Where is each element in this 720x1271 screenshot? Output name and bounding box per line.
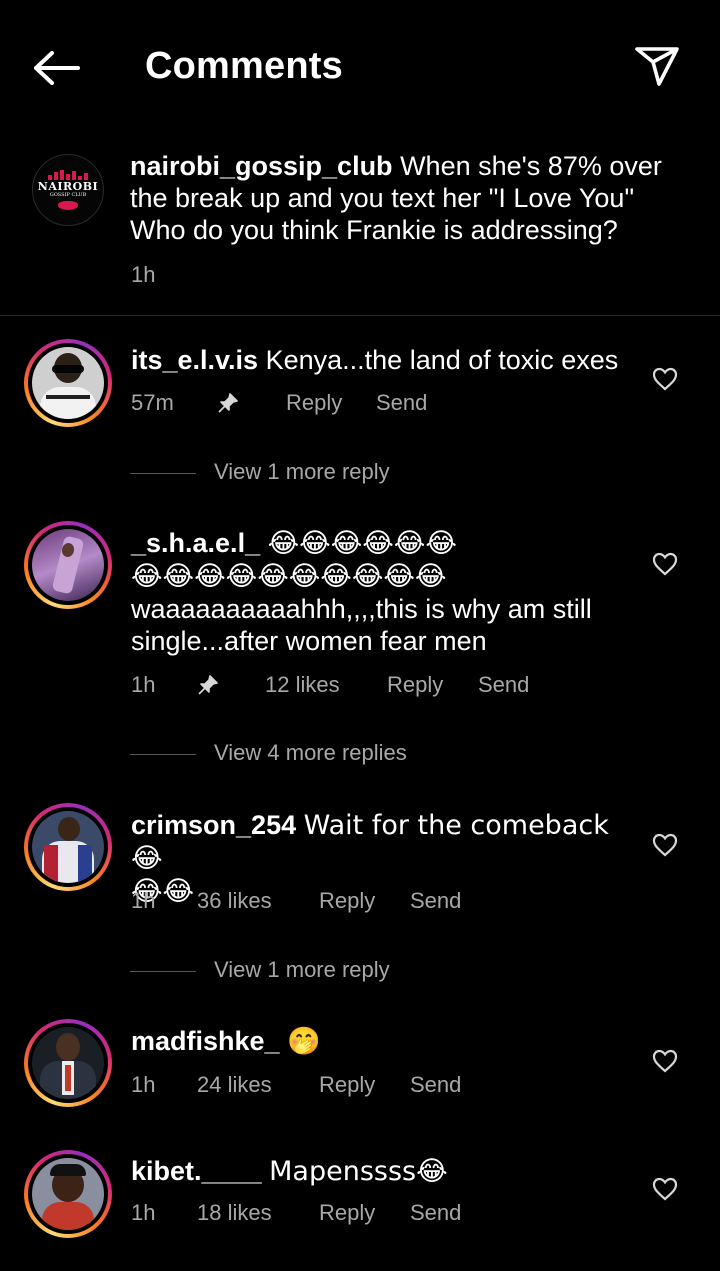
comment-text: kibet.____ Mapenssss😂 xyxy=(131,1155,631,1188)
comment-username[interactable]: _s.h.a.e.l_ xyxy=(131,528,260,558)
reply-button[interactable]: Reply xyxy=(319,1072,375,1098)
reply-button[interactable]: Reply xyxy=(319,888,375,914)
divider-line xyxy=(130,473,196,474)
avatar[interactable] xyxy=(24,339,112,427)
comment-username[interactable]: its_e.l.v.is xyxy=(131,345,258,375)
comment-time: 1h xyxy=(131,888,156,913)
comment-time: 1h xyxy=(131,672,156,697)
send-button[interactable]: Send xyxy=(410,888,461,914)
avatar[interactable] xyxy=(24,1150,112,1238)
like-count[interactable]: 18 likes xyxy=(197,1200,272,1226)
arrow-left-icon xyxy=(34,51,80,85)
reply-button[interactable]: Reply xyxy=(319,1200,375,1226)
comment-text: madfishke_ 🤭 xyxy=(131,1025,631,1058)
view-more-replies-label: View 1 more reply xyxy=(214,957,390,982)
comment-emoji-line2: 😂😂😂😂😂😂😂😂😂😂 xyxy=(131,561,447,592)
logo-line1: NAIROBI xyxy=(37,180,99,193)
avatar[interactable] xyxy=(24,521,112,609)
view-more-replies-label: View 4 more replies xyxy=(214,740,407,765)
skyline-icon xyxy=(48,170,88,180)
send-button[interactable]: Send xyxy=(410,1072,461,1098)
account-avatar[interactable]: NAIROBI GOSSIP CLUB xyxy=(32,154,104,226)
header-bar: Comments xyxy=(0,0,720,132)
heart-outline-icon[interactable] xyxy=(652,1177,678,1201)
divider-line xyxy=(130,754,196,755)
heart-outline-icon[interactable] xyxy=(652,552,678,576)
comment-body: 🤭 xyxy=(287,1026,321,1057)
like-count[interactable]: 12 likes xyxy=(265,672,340,698)
comment-username[interactable]: madfishke_ xyxy=(131,1026,280,1056)
heart-outline-icon[interactable] xyxy=(652,1049,678,1073)
pin-icon xyxy=(197,674,219,702)
heart-outline-icon[interactable] xyxy=(652,367,678,391)
avatar[interactable] xyxy=(24,803,112,891)
send-button[interactable]: Send xyxy=(410,1200,461,1226)
comment-body: Mapenssss😂 xyxy=(269,1156,448,1187)
avatar[interactable] xyxy=(24,1019,112,1107)
comment-emoji-line1: 😂😂😂😂😂😂 xyxy=(267,528,457,559)
send-button[interactable]: Send xyxy=(478,672,529,698)
view-more-replies-label: View 1 more reply xyxy=(214,459,390,484)
comment-time: 1h xyxy=(131,1200,156,1225)
paper-plane-icon xyxy=(635,47,679,86)
back-button[interactable] xyxy=(28,44,84,92)
divider-line xyxy=(130,971,196,972)
caption-username[interactable]: nairobi_gossip_club xyxy=(130,151,393,181)
reply-button[interactable]: Reply xyxy=(286,390,342,416)
lips-icon xyxy=(58,201,78,210)
page-title: Comments xyxy=(145,45,343,87)
share-button[interactable] xyxy=(630,40,684,92)
comment-time: 57m xyxy=(131,390,174,415)
comment-body: waaaaaaaaaahhh,,,,this is why am still s… xyxy=(131,594,592,656)
comment-text: _s.h.a.e.l_ 😂😂😂😂😂😂 😂😂😂😂😂😂😂😂😂😂 waaaaaaaaa… xyxy=(131,527,631,657)
comment-username[interactable]: crimson_254 xyxy=(131,810,296,840)
comment-username[interactable]: kibet.____ xyxy=(131,1156,262,1186)
comment-text: its_e.l.v.is Kenya...the land of toxic e… xyxy=(131,344,631,376)
like-count[interactable]: 24 likes xyxy=(197,1072,272,1098)
post-caption: NAIROBI GOSSIP CLUB nairobi_gossip_club … xyxy=(0,140,720,316)
comment-body: Kenya...the land of toxic exes xyxy=(265,345,619,375)
send-button[interactable]: Send xyxy=(376,390,427,416)
caption-text: nairobi_gossip_club When she's 87% over … xyxy=(130,150,690,246)
pin-icon xyxy=(217,392,239,420)
reply-button[interactable]: Reply xyxy=(387,672,443,698)
comment-time: 1h xyxy=(131,1072,156,1097)
like-count[interactable]: 36 likes xyxy=(197,888,272,914)
logo-line2: GOSSIP CLUB xyxy=(49,192,87,198)
heart-outline-icon[interactable] xyxy=(652,833,678,857)
caption-time: 1h xyxy=(131,262,156,287)
